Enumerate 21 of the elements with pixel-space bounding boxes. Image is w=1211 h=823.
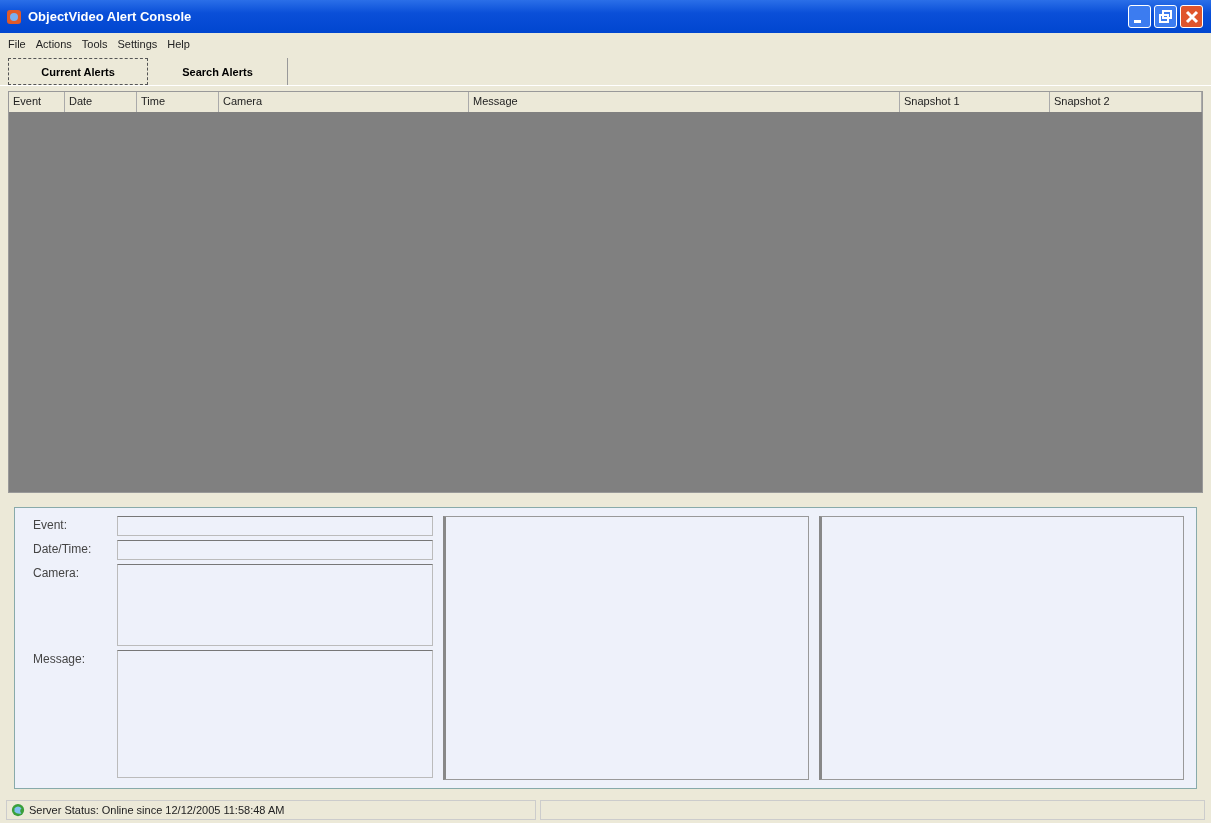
minimize-button[interactable] — [1128, 5, 1151, 28]
close-button[interactable] — [1180, 5, 1203, 28]
text-field[interactable] — [117, 540, 433, 560]
field-label: Camera: — [32, 565, 80, 582]
menu-item[interactable]: Actions — [35, 38, 72, 50]
menu-item[interactable]: Tools — [81, 38, 108, 50]
tab[interactable]: Search Alerts — [148, 58, 288, 85]
menu-item[interactable]: Help — [167, 38, 190, 50]
menu-item[interactable]: Settings — [117, 38, 158, 50]
globe-icon — [11, 803, 25, 817]
maximize-button[interactable] — [1154, 5, 1177, 28]
field-label: Date/Time: — [32, 541, 93, 558]
field-label: Message: — [32, 651, 87, 668]
minimize-icon — [1134, 20, 1141, 23]
text-field[interactable] — [117, 516, 433, 536]
tab[interactable]: Current Alerts — [8, 58, 148, 85]
status-text: Server Status: Online since 12/12/2005 11:58:48 AM — [29, 804, 285, 816]
field-label: Event: — [32, 517, 69, 534]
window-title: ObjectVideo Alert Console — [28, 9, 193, 24]
menu-item[interactable]: File — [8, 38, 26, 50]
app-icon — [6, 8, 22, 25]
